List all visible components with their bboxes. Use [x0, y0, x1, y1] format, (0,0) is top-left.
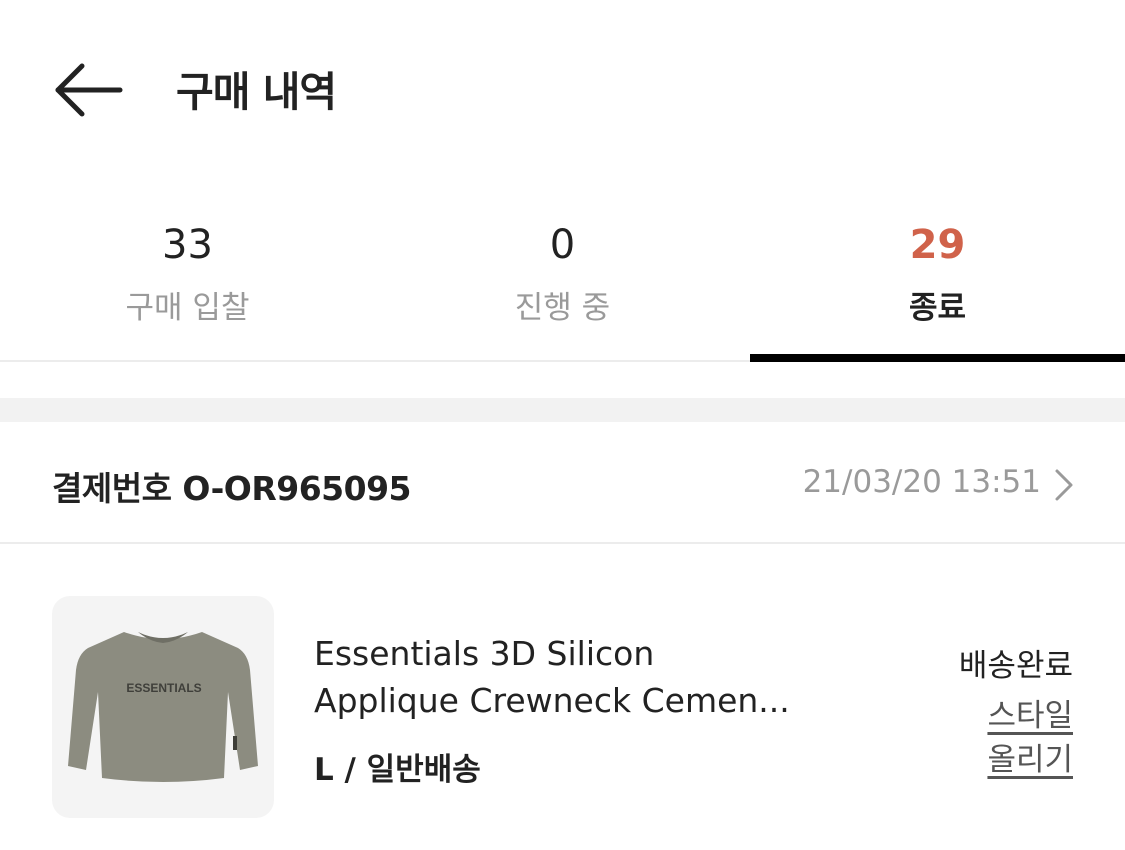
order-number: 결제번호 O-OR965095 [52, 469, 412, 508]
order-header[interactable]: 결제번호 O-OR965095 21/03/20 13:51 [0, 422, 1125, 542]
tab-bidding-count: 33 [162, 222, 213, 268]
page-title: 구매 내역 [176, 68, 337, 116]
product-name-line1: Essentials 3D Silicon [314, 634, 655, 673]
tab-in-progress-label: 진행 중 [514, 290, 611, 326]
section-gap [0, 398, 1125, 422]
product-image[interactable]: ESSENTIALS [52, 596, 274, 818]
active-tab-indicator [750, 354, 1125, 362]
chevron-right-icon [1055, 469, 1073, 501]
delivery-status: 배송완료 [958, 648, 1073, 684]
tab-in-progress-count: 0 [549, 222, 576, 268]
purchase-item: ESSENTIALS Essentials 3D Silicon Appliqu… [0, 544, 1125, 850]
arrow-left-icon [55, 63, 123, 117]
order-date: 21/03/20 13:51 [802, 464, 1041, 500]
app-header: 구매 내역 [0, 0, 1125, 180]
upload-style-line1: 스타일 [987, 698, 1073, 734]
tab-bidding-label: 구매 입찰 [125, 290, 250, 326]
tab-completed[interactable]: 29 종료 [750, 200, 1125, 364]
product-option: L / 일반배송 [314, 752, 481, 788]
upload-style-line2: 올리기 [987, 742, 1073, 778]
back-button[interactable] [52, 60, 128, 120]
upload-style-link[interactable]: 스타일 올리기 [943, 694, 1073, 782]
product-name-line2: Applique Crewneck Cemen... [314, 681, 790, 720]
status-tabs: 33 구매 입찰 0 진행 중 29 종료 [0, 200, 1125, 364]
tab-completed-label: 종료 [908, 290, 967, 326]
tab-completed-count: 29 [909, 222, 966, 268]
tab-bidding[interactable]: 33 구매 입찰 [0, 200, 375, 364]
sweatshirt-print: ESSENTIALS [126, 681, 201, 695]
tab-in-progress[interactable]: 0 진행 중 [375, 200, 750, 364]
sweatshirt-image: ESSENTIALS [68, 632, 258, 782]
product-name[interactable]: Essentials 3D Silicon Applique Crewneck … [314, 630, 874, 724]
